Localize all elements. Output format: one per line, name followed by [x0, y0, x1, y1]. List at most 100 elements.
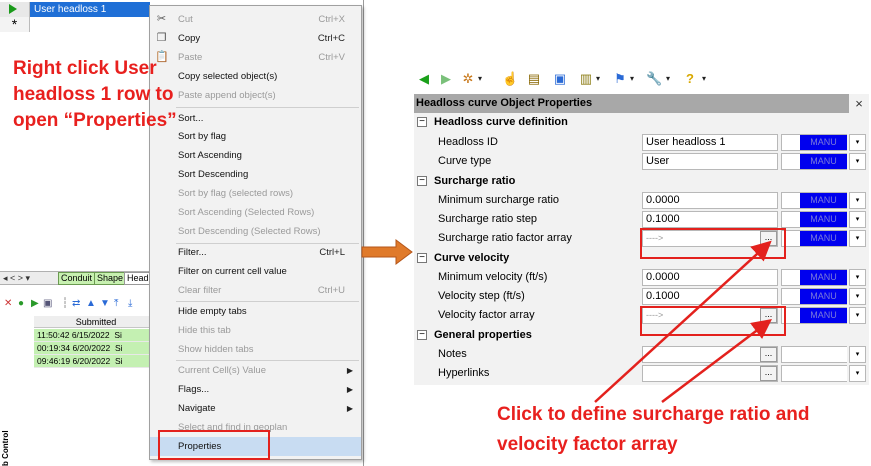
scissors-icon: ✂ [156, 13, 167, 25]
min-surcharge-input[interactable]: 0.0000 [642, 192, 778, 209]
chevron-down-icon[interactable]: ▾ [849, 153, 866, 170]
mode-field[interactable] [781, 346, 847, 363]
menu-item-sort-ascending[interactable]: Sort Ascending [150, 146, 361, 165]
chevron-down-icon[interactable]: ▾ [630, 71, 634, 87]
mode-field[interactable]: MANU [781, 211, 847, 228]
close-icon[interactable]: ✕ [4, 298, 12, 310]
move-up-icon[interactable]: ▲ [86, 298, 96, 310]
property-row-curve-type: Curve type User MANU ▾ [414, 152, 869, 171]
wrench-icon[interactable]: 🔧 [646, 71, 662, 87]
menu-item-hide-empty-tabs[interactable]: Hide empty tabs [150, 302, 361, 321]
submitted-column-header[interactable]: Submitted [34, 316, 158, 328]
flag-icon[interactable]: ⚑ [612, 71, 628, 87]
chevron-down-icon[interactable]: ▾ [849, 365, 866, 382]
velocity-step-input[interactable]: 0.1000 [642, 288, 778, 305]
image-icon[interactable]: ▣ [552, 71, 568, 87]
mode-field[interactable]: MANU [781, 230, 847, 247]
menu-item-sort-ascending-selected[interactable]: Sort Ascending (Selected Rows) [150, 203, 361, 222]
chevron-down-icon[interactable]: ▾ [666, 71, 670, 87]
chevron-down-icon[interactable]: ▾ [702, 71, 706, 87]
menu-item-filter[interactable]: Filter... Ctrl+L [150, 243, 361, 262]
menu-item-show-hidden-tabs[interactable]: Show hidden tabs [150, 340, 361, 359]
chevron-down-icon[interactable]: ▾ [849, 192, 866, 209]
chevron-down-icon[interactable]: ▾ [478, 71, 482, 87]
job-control-label: b Control [1, 430, 10, 466]
chevron-down-icon[interactable]: ▾ [849, 269, 866, 286]
surcharge-step-input[interactable]: 0.1000 [642, 211, 778, 228]
job-toolbar: ✕ ● ▶ ▣ ┆ ⇄ ▲ ▼ ⤒ ⤓ [0, 296, 160, 312]
move-top-icon[interactable]: ⤒ [114, 298, 118, 310]
run-icon[interactable]: ● [18, 298, 24, 310]
row-header[interactable] [0, 2, 30, 17]
menu-item-sort-descending[interactable]: Sort Descending [150, 165, 361, 184]
headloss-id-input[interactable]: User headloss 1 [642, 134, 778, 151]
panel-divider [363, 0, 364, 466]
menu-item-sort-by-flag-selected[interactable]: Sort by flag (selected rows) [150, 184, 361, 203]
mode-field[interactable]: MANU [781, 269, 847, 286]
category-surcharge[interactable]: − Surcharge ratio [414, 172, 869, 191]
close-icon[interactable]: × [849, 94, 869, 113]
properties-title: Headloss curve Object Properties [414, 94, 849, 113]
notes-input[interactable] [642, 346, 778, 363]
collapse-icon[interactable]: − [417, 176, 427, 186]
job-row[interactable]: 11:50:42 6/15/2022 Si [34, 329, 158, 342]
mode-field[interactable] [781, 365, 847, 382]
menu-item-cut[interactable]: ✂ Cut Ctrl+X [150, 10, 361, 29]
chevron-down-icon[interactable]: ▾ [849, 134, 866, 151]
menu-item-navigate[interactable]: Navigate ▶ [150, 399, 361, 418]
database-icon[interactable]: ▥ [578, 71, 594, 87]
hyperlinks-input[interactable] [642, 365, 778, 382]
menu-item-current-cell-value[interactable]: Current Cell(s) Value ▶ [150, 361, 361, 380]
chevron-down-icon[interactable]: ▾ [849, 307, 866, 324]
collapse-icon[interactable]: − [417, 253, 427, 263]
job-row[interactable]: 00:19:34 6/20/2022 Si [34, 342, 158, 355]
menu-item-sort-descending-selected[interactable]: Sort Descending (Selected Rows) [150, 222, 361, 241]
menu-item-flags[interactable]: Flags... ▶ [150, 380, 361, 399]
mode-field[interactable]: MANU [781, 307, 847, 324]
tab-scroll-controls[interactable]: ◂ < > ▾ [3, 272, 30, 285]
pointer-hand-icon[interactable]: ☝ [502, 71, 518, 87]
mode-field[interactable]: MANU [781, 192, 847, 209]
chevron-down-icon[interactable]: ▾ [849, 346, 866, 363]
move-down-icon[interactable]: ▼ [100, 298, 110, 310]
highlight-surcharge-factor [640, 228, 786, 259]
tab-shape[interactable]: Shape [94, 272, 127, 285]
property-row-velocity-step: Velocity step (ft/s) 0.1000 MANU ▾ [414, 287, 869, 306]
image-icon[interactable]: ▣ [43, 298, 52, 310]
submenu-arrow-icon: ▶ [346, 385, 353, 394]
network-icon[interactable]: ✲ [460, 71, 476, 87]
mode-field[interactable]: MANU [781, 288, 847, 305]
collapse-icon[interactable]: − [417, 330, 427, 340]
highlight-velocity-factor [640, 306, 786, 336]
job-row[interactable]: 09:46:19 6/20/2022 Si [34, 355, 158, 368]
move-bottom-icon[interactable]: ⤓ [128, 298, 132, 310]
mode-field[interactable]: MANU [781, 134, 847, 151]
property-row-min-surcharge: Minimum surcharge ratio 0.0000 MANU ▾ [414, 191, 869, 210]
menu-item-hide-this-tab[interactable]: Hide this tab [150, 321, 361, 340]
menu-item-filter-on-cell[interactable]: Filter on current cell value [150, 262, 361, 281]
chevron-down-icon[interactable]: ▾ [849, 288, 866, 305]
swap-icon[interactable]: ⇄ [72, 298, 80, 310]
tab-conduit[interactable]: Conduit [58, 272, 96, 285]
notes-ellipsis-button[interactable]: ... [760, 347, 777, 362]
hyperlinks-ellipsis-button[interactable]: ... [760, 366, 777, 381]
curve-type-input[interactable]: User [642, 153, 778, 170]
chevron-down-icon[interactable]: ▾ [596, 71, 600, 87]
category-definition[interactable]: − Headloss curve definition [414, 113, 869, 132]
min-velocity-input[interactable]: 0.0000 [642, 269, 778, 286]
menu-item-copy[interactable]: ❐ Copy Ctrl+C [150, 29, 361, 48]
menu-item-clear-filter[interactable]: Clear filter Ctrl+U [150, 281, 361, 300]
back-arrow-icon[interactable]: ◀ [416, 71, 432, 87]
play-icon[interactable]: ▶ [31, 298, 39, 310]
new-row-marker: * [0, 17, 30, 32]
forward-arrow-icon[interactable]: ▶ [438, 71, 454, 87]
help-icon[interactable]: ? [682, 71, 698, 87]
report-icon[interactable]: ▤ [526, 71, 542, 87]
collapse-icon[interactable]: − [417, 117, 427, 127]
submenu-arrow-icon: ▶ [346, 366, 353, 375]
grid-tabs: ◂ < > ▾ Conduit Shape Headl [0, 271, 160, 285]
chevron-down-icon[interactable]: ▾ [849, 230, 866, 247]
headloss-id-cell[interactable]: User headloss 1 [30, 2, 150, 17]
chevron-down-icon[interactable]: ▾ [849, 211, 866, 228]
mode-field[interactable]: MANU [781, 153, 847, 170]
